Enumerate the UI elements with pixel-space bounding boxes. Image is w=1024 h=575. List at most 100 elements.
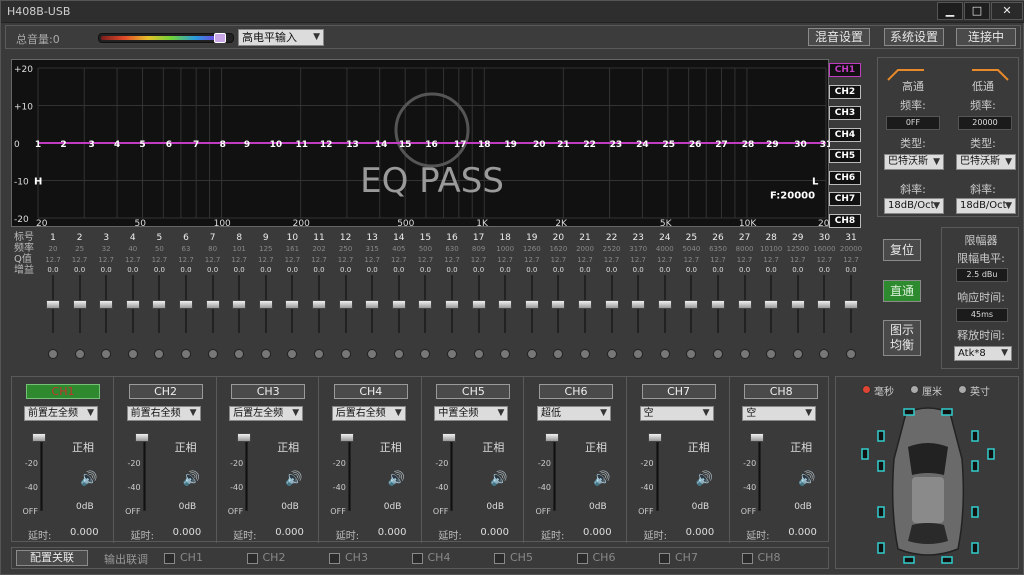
speaker-icon[interactable]: 🔊 — [388, 471, 405, 487]
output-position-select[interactable]: 空 ▼ — [639, 406, 714, 421]
output-position-select[interactable]: 前置左全频 ▼ — [24, 406, 98, 421]
band-gain-slider[interactable] — [99, 300, 114, 309]
limiter-release-select[interactable]: Atk*8 ▼ — [954, 346, 1012, 361]
band-gain-slider[interactable] — [764, 300, 779, 309]
hp-freq-value[interactable]: 0FF — [886, 116, 940, 130]
band-q-knob[interactable] — [659, 349, 670, 359]
lp-type-select[interactable]: 巴特沃斯 ▼ — [956, 154, 1016, 170]
phase-toggle[interactable]: 正相 — [688, 439, 710, 455]
channel-volume-slider[interactable] — [442, 433, 457, 442]
band-q-knob[interactable] — [526, 349, 537, 359]
output-channel-button[interactable]: CH7 — [641, 384, 716, 399]
band-gain-slider[interactable] — [551, 300, 566, 309]
output-position-select[interactable]: 前置右全频 ▼ — [126, 406, 201, 421]
band-gain-slider[interactable] — [152, 300, 167, 309]
delay-value[interactable]: 0.000 — [480, 527, 509, 538]
band-q-knob[interactable] — [287, 349, 298, 359]
delay-value[interactable]: 0.000 — [173, 527, 202, 538]
band-q-knob[interactable] — [207, 349, 218, 359]
phase-toggle[interactable]: 正相 — [482, 439, 504, 455]
graph-channel-ch1[interactable]: CH1 — [829, 63, 861, 77]
unit-cm-radio[interactable] — [910, 385, 919, 394]
limiter-level-value[interactable]: 2.5 dBu — [956, 268, 1008, 282]
band-gain-slider[interactable] — [817, 300, 832, 309]
band-gain-slider[interactable] — [312, 300, 326, 309]
band-q-knob[interactable] — [846, 349, 856, 359]
lp-slope-select[interactable]: 18dB/Oct ▼ — [956, 198, 1016, 214]
band-q-knob[interactable] — [606, 349, 617, 359]
band-q-knob[interactable] — [101, 349, 112, 359]
link-checkbox-ch7[interactable] — [659, 553, 670, 564]
graph-channel-ch5[interactable]: CH5 — [829, 149, 861, 163]
band-q-knob[interactable] — [393, 349, 404, 359]
graph-channel-ch7[interactable]: CH7 — [829, 192, 861, 206]
output-position-select[interactable]: 空 ▼ — [742, 406, 817, 421]
link-checkbox-ch8[interactable] — [741, 553, 753, 564]
link-checkbox-ch3[interactable] — [329, 553, 340, 564]
link-checkbox-ch5[interactable] — [494, 553, 505, 564]
band-q-knob[interactable] — [48, 349, 58, 359]
phase-toggle[interactable]: 正相 — [175, 439, 197, 455]
channel-volume-slider[interactable] — [339, 433, 354, 442]
eq-graph[interactable]: +20+100-10-2020501002005001K2K5K10K20KEQ… — [11, 59, 830, 228]
band-q-knob[interactable] — [420, 349, 431, 359]
delay-value[interactable]: 0.000 — [378, 527, 407, 538]
speaker-icon[interactable]: 🔊 — [696, 471, 713, 487]
graph-eq-button[interactable]: 图示 均衡 — [883, 320, 921, 356]
input-mode-select[interactable]: 高电平输入 ▼ — [238, 29, 324, 46]
band-q-knob[interactable] — [127, 349, 138, 359]
unit-inch-radio[interactable] — [958, 385, 967, 394]
band-q-knob[interactable] — [447, 349, 457, 359]
delay-value[interactable]: 0.000 — [583, 527, 612, 538]
speaker-icon[interactable]: 🔊 — [285, 471, 302, 487]
band-q-knob[interactable] — [473, 349, 484, 359]
output-channel-button[interactable]: CH5 — [436, 384, 511, 399]
unit-ms-radio[interactable] — [862, 385, 871, 394]
phase-toggle[interactable]: 正相 — [72, 439, 94, 455]
graph-channel-ch4[interactable]: CH4 — [829, 127, 861, 142]
band-q-knob[interactable] — [580, 349, 590, 359]
connect-button[interactable]: 连接中 — [956, 28, 1016, 46]
band-q-knob[interactable] — [500, 349, 511, 359]
link-checkbox-ch2[interactable] — [246, 553, 258, 564]
band-gain-slider[interactable] — [604, 300, 619, 309]
output-position-select[interactable]: 后置右全频 ▼ — [331, 406, 406, 421]
link-checkbox-ch4[interactable] — [411, 553, 423, 564]
band-gain-slider[interactable] — [737, 300, 752, 309]
band-q-knob[interactable] — [154, 349, 165, 359]
hp-type-select[interactable]: 巴特沃斯 ▼ — [884, 154, 944, 170]
band-gain-slider[interactable] — [684, 300, 699, 309]
link-checkbox-ch6[interactable] — [576, 553, 588, 564]
output-position-select[interactable]: 超低 ▼ — [537, 406, 611, 421]
channel-volume-slider[interactable] — [134, 433, 149, 442]
volume-knob[interactable] — [214, 33, 227, 43]
band-q-knob[interactable] — [314, 349, 324, 359]
graph-channel-ch2[interactable]: CH2 — [829, 84, 861, 99]
band-gain-slider[interactable] — [844, 300, 858, 309]
lp-freq-value[interactable]: 20000 — [958, 116, 1012, 130]
graph-channel-ch3[interactable]: CH3 — [829, 106, 861, 120]
link-checkbox-ch1[interactable] — [164, 553, 175, 564]
band-gain-slider[interactable] — [524, 300, 539, 309]
band-gain-slider[interactable] — [657, 300, 672, 309]
speaker-icon[interactable]: 🔊 — [593, 471, 610, 487]
band-gain-slider[interactable] — [285, 300, 300, 309]
band-q-knob[interactable] — [792, 349, 803, 359]
output-channel-button[interactable]: CH8 — [744, 384, 819, 399]
phase-toggle[interactable]: 正相 — [790, 439, 812, 455]
channel-volume-slider[interactable] — [647, 433, 662, 442]
band-q-knob[interactable] — [633, 349, 644, 359]
band-q-knob[interactable] — [260, 349, 271, 359]
band-gain-slider[interactable] — [498, 300, 513, 309]
output-position-select[interactable]: 后置左全频 ▼ — [229, 406, 304, 421]
minimize-button[interactable]: ▁ — [937, 2, 963, 20]
master-volume-slider[interactable] — [98, 33, 234, 43]
mix-settings-button[interactable]: 混音设置 — [808, 28, 870, 46]
delay-value[interactable]: 0.000 — [686, 527, 715, 538]
graph-channel-ch8[interactable]: CH8 — [829, 213, 861, 228]
band-gain-slider[interactable] — [790, 300, 805, 309]
band-gain-slider[interactable] — [711, 300, 725, 309]
output-position-select[interactable]: 中置全频 ▼ — [434, 406, 509, 421]
band-q-knob[interactable] — [686, 349, 697, 359]
speaker-icon[interactable]: 🔊 — [183, 471, 200, 487]
